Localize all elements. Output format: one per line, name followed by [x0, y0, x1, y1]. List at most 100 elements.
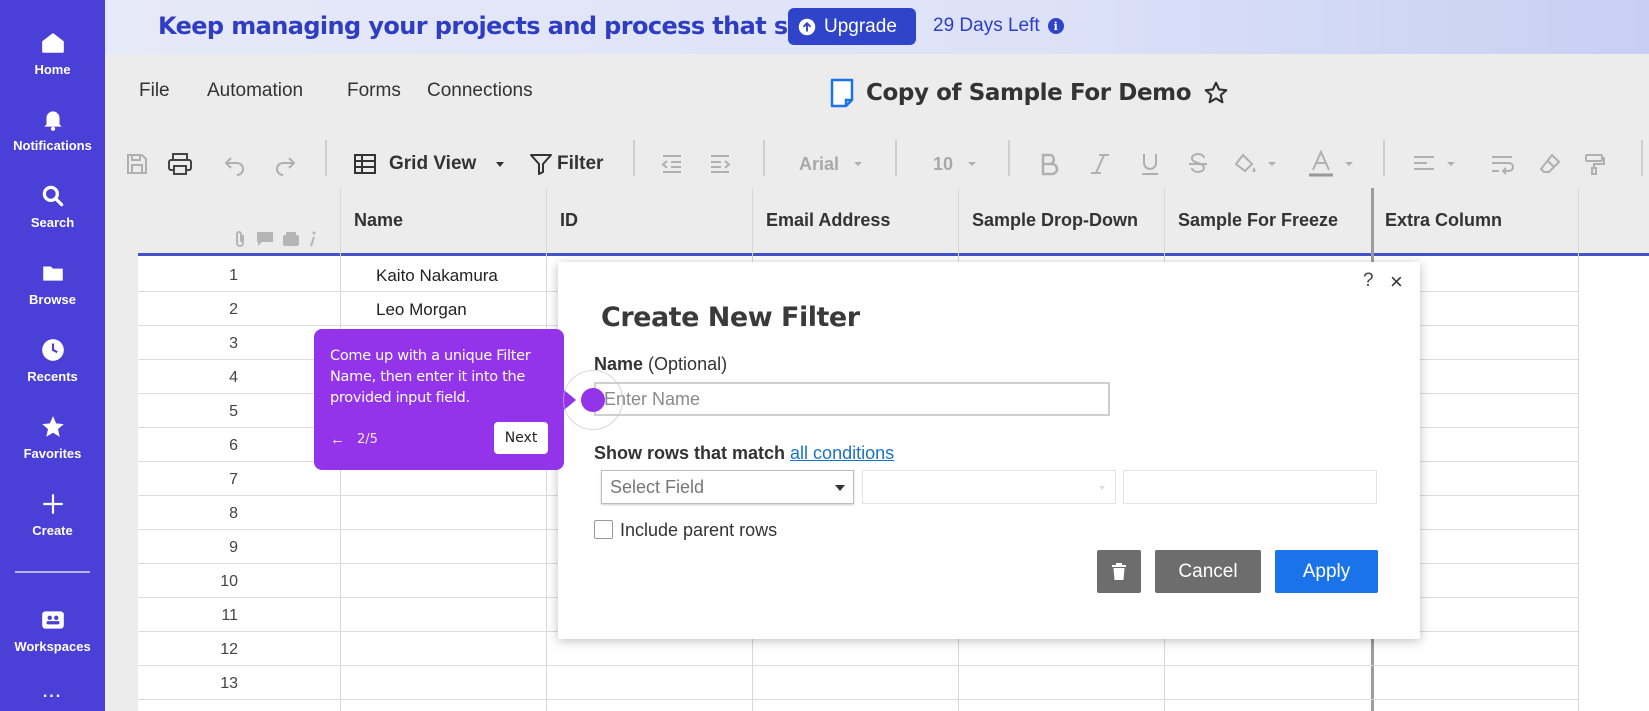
grid-header-row: Name ID Email Address Sample Drop-Down S… — [138, 188, 1649, 256]
nav-search[interactable]: Search — [0, 183, 105, 230]
guide-tooltip: Come up with a unique Filter Name, then … — [314, 329, 564, 470]
cell-name[interactable]: Kaito Nakamura — [376, 266, 498, 286]
document-title-text: Copy of Sample For Demo — [866, 80, 1192, 106]
nav-favorites-label: Favorites — [23, 446, 82, 461]
grid-view-dropdown[interactable]: Grid View — [353, 145, 506, 183]
help-button[interactable]: ? — [1363, 270, 1374, 292]
guide-tooltip-text: Come up with a unique Filter Name, then … — [330, 348, 531, 406]
fill-color-button[interactable] — [1233, 145, 1277, 183]
comment-icon — [257, 232, 273, 246]
text-color-button[interactable] — [1308, 145, 1354, 183]
filter-button[interactable]: Filter — [529, 145, 603, 183]
nav-more-button[interactable]: ... — [0, 684, 105, 702]
outdent-button[interactable] — [660, 145, 684, 183]
chevron-down-icon — [835, 485, 845, 491]
nav-recents[interactable]: Recents — [0, 337, 105, 384]
row-number: 2 — [229, 301, 238, 318]
row-number: 13 — [220, 675, 238, 692]
undo-icon — [224, 157, 244, 176]
sheet-document-icon — [830, 78, 854, 108]
menu-forms[interactable]: Forms — [347, 80, 401, 102]
apply-button[interactable]: Apply — [1275, 550, 1378, 593]
condition-value-field[interactable] — [1123, 470, 1377, 504]
search-icon — [42, 185, 63, 207]
nav-create-label: Create — [32, 523, 73, 538]
row-number: 7 — [229, 471, 238, 488]
upgrade-banner: Keep managing your projects and process … — [105, 0, 1649, 54]
toolbar-divider — [325, 140, 327, 176]
favorite-star-icon[interactable] — [1203, 80, 1229, 106]
nav-browse[interactable]: Browse — [0, 260, 105, 307]
toolbar-divider — [633, 140, 635, 176]
nav-favorites[interactable]: Favorites — [0, 414, 105, 461]
include-parent-rows-label: Include parent rows — [620, 520, 778, 540]
underline-button[interactable] — [1139, 145, 1161, 183]
table-row[interactable]: 13 — [138, 666, 1578, 700]
row-number: 5 — [229, 403, 238, 420]
font-family-dropdown[interactable]: Arial — [799, 145, 863, 183]
wrap-text-button[interactable] — [1490, 145, 1516, 183]
filter-name-label: Name (Optional) — [594, 354, 727, 375]
cancel-button[interactable]: Cancel — [1155, 550, 1261, 593]
strikethrough-icon — [1189, 153, 1207, 173]
guide-hotspot-dot[interactable] — [581, 388, 605, 412]
font-family-value: Arial — [799, 153, 840, 174]
column-header-name[interactable]: Name — [354, 210, 403, 231]
guide-next-button[interactable]: Next — [494, 422, 548, 454]
format-painter-button[interactable] — [1583, 145, 1607, 183]
strikethrough-button[interactable] — [1187, 145, 1209, 183]
bold-button[interactable] — [1039, 145, 1061, 183]
nav-search-label: Search — [30, 215, 75, 230]
italic-icon — [1091, 154, 1109, 174]
font-size-value: 10 — [933, 153, 954, 174]
column-header-extra[interactable]: Extra Column — [1385, 210, 1502, 231]
proof-icon — [283, 232, 299, 246]
wrap-text-icon — [1492, 156, 1514, 175]
arrow-up-circle-icon — [798, 18, 816, 35]
menu-automation[interactable]: Automation — [207, 80, 303, 102]
menu-file[interactable]: File — [139, 80, 170, 102]
text-color-icon — [1309, 150, 1333, 177]
caret-down-icon — [968, 162, 977, 166]
delete-filter-button[interactable] — [1097, 550, 1141, 593]
match-conditions-label: Show rows that match all conditions — [594, 443, 894, 464]
save-button[interactable] — [125, 145, 149, 183]
indent-button[interactable] — [708, 145, 732, 183]
undo-button[interactable] — [223, 145, 247, 183]
close-button[interactable]: × — [1390, 269, 1403, 295]
condition-operator-dropdown[interactable] — [862, 470, 1116, 504]
print-button[interactable] — [167, 145, 193, 183]
nav-home[interactable]: Home — [0, 30, 105, 77]
include-parent-rows-checkbox[interactable] — [594, 520, 613, 539]
attachment-icon — [236, 231, 244, 247]
column-header-freeze[interactable]: Sample For Freeze — [1178, 210, 1338, 231]
row-number: 10 — [220, 573, 238, 590]
filter-name-input[interactable] — [594, 382, 1110, 416]
all-conditions-link[interactable]: all conditions — [790, 443, 894, 463]
nav-workspaces[interactable]: Workspaces — [0, 607, 105, 654]
chevron-down-icon — [1099, 486, 1105, 490]
clear-format-button[interactable] — [1538, 145, 1562, 183]
row-number: 11 — [221, 607, 238, 624]
align-left-icon — [1414, 156, 1434, 170]
nav-notifications[interactable]: Notifications — [0, 106, 105, 153]
filter-label: Filter — [557, 153, 604, 174]
caret-down-icon — [1268, 162, 1276, 166]
guide-back-button[interactable]: ← — [330, 431, 345, 448]
column-header-email[interactable]: Email Address — [766, 210, 890, 231]
column-header-id[interactable]: ID — [560, 210, 578, 231]
underline-icon — [1142, 154, 1158, 175]
cell-name[interactable]: Leo Morgan — [376, 300, 467, 320]
info-icon[interactable]: i — [1047, 18, 1064, 34]
font-size-dropdown[interactable]: 10 — [933, 145, 977, 183]
select-field-dropdown[interactable]: Select Field — [601, 470, 854, 504]
menu-connections[interactable]: Connections — [427, 80, 533, 102]
redo-button[interactable] — [273, 145, 297, 183]
nav-notifications-label: Notifications — [13, 138, 92, 153]
nav-create[interactable]: Create — [0, 491, 105, 538]
italic-button[interactable] — [1089, 145, 1111, 183]
home-icon — [41, 33, 64, 53]
align-dropdown[interactable] — [1412, 145, 1456, 183]
column-header-dropdown[interactable]: Sample Drop-Down — [972, 210, 1138, 231]
upgrade-button[interactable]: Upgrade — [788, 8, 916, 45]
